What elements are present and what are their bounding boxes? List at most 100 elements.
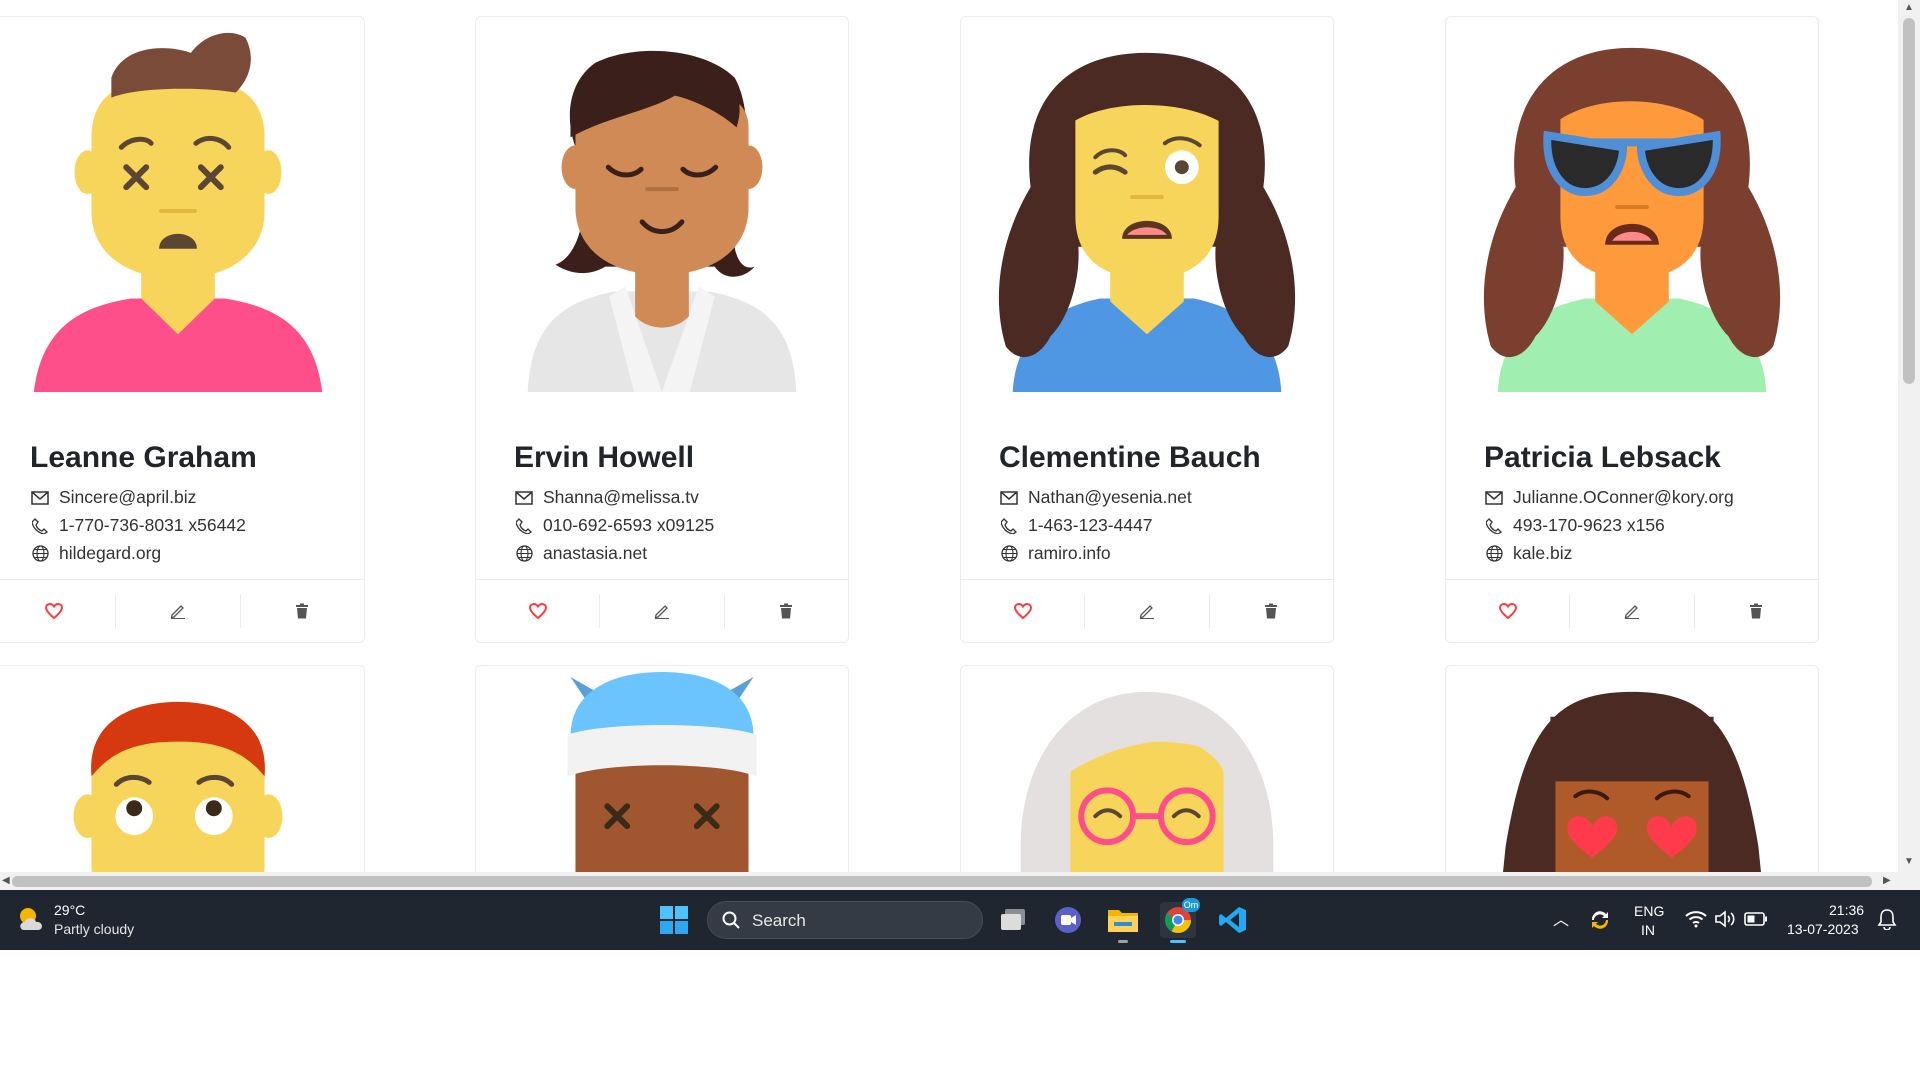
heart-icon bbox=[44, 603, 63, 619]
phone-row: 1-463-123-4447 bbox=[999, 515, 1153, 536]
delete-button[interactable] bbox=[1695, 594, 1818, 628]
email-row: Shanna@melissa.tv bbox=[514, 487, 699, 508]
volume-icon[interactable] bbox=[1714, 910, 1736, 933]
scroll-down-icon[interactable]: ▼ bbox=[1904, 856, 1914, 867]
edit-button[interactable] bbox=[1085, 594, 1210, 628]
task-view-icon bbox=[1001, 909, 1025, 930]
edit-button[interactable] bbox=[1570, 594, 1695, 628]
chevron-up-icon[interactable]: ︿ bbox=[1553, 906, 1569, 930]
region-code[interactable]: IN bbox=[1641, 922, 1655, 938]
email-row: Julianne.OConner@kory.org bbox=[1484, 487, 1734, 508]
language-code[interactable]: ENG bbox=[1634, 903, 1664, 919]
scroll-left-icon[interactable]: ◀ bbox=[2, 875, 10, 886]
pencil-icon bbox=[654, 605, 669, 619]
card-actions bbox=[1446, 579, 1818, 642]
phone-row: 010-692-6593 x09125 bbox=[514, 515, 714, 536]
desktop-blank-area bbox=[0, 950, 1920, 1080]
sync-icon bbox=[1591, 911, 1609, 929]
mail-icon bbox=[514, 488, 534, 508]
task-view-button[interactable] bbox=[995, 902, 1031, 938]
teams-chat-button[interactable] bbox=[1050, 902, 1086, 938]
pencil-icon bbox=[1624, 605, 1639, 619]
sync-button[interactable] bbox=[1588, 908, 1612, 937]
wifi-icon[interactable] bbox=[1685, 910, 1707, 933]
partly-cloudy-icon bbox=[20, 908, 42, 930]
user-email[interactable]: Sincere@april.biz bbox=[59, 487, 196, 508]
globe-icon bbox=[999, 544, 1019, 564]
like-button[interactable] bbox=[0, 594, 117, 628]
windows-taskbar: 29°C Partly cloudy Search Om ︿ ENG IN 21… bbox=[0, 890, 1920, 950]
avatar bbox=[998, 52, 1296, 392]
search-label: Search bbox=[752, 911, 806, 930]
user-card bbox=[0, 665, 365, 872]
edit-button[interactable] bbox=[600, 594, 725, 628]
user-email[interactable]: Nathan@yesenia.net bbox=[1028, 487, 1192, 508]
like-button[interactable] bbox=[961, 594, 1086, 628]
website-row: hildegard.org bbox=[30, 543, 161, 564]
weather-widget[interactable]: 29°C Partly cloudy bbox=[14, 898, 164, 942]
user-website[interactable]: anastasia.net bbox=[543, 543, 647, 564]
trash-icon bbox=[1265, 603, 1278, 619]
avatar bbox=[527, 50, 797, 392]
phone-row: 1-770-736-8031 x56442 bbox=[30, 515, 246, 536]
trash-icon bbox=[1750, 603, 1763, 619]
taskbar-search[interactable]: Search bbox=[707, 901, 983, 939]
user-website[interactable]: hildegard.org bbox=[59, 543, 161, 564]
trash-icon bbox=[780, 603, 793, 619]
file-explorer-button[interactable] bbox=[1105, 902, 1141, 943]
horizontal-scrollbar[interactable]: ◀ ▶ bbox=[0, 872, 1920, 890]
scroll-right-icon[interactable]: ▶ bbox=[1883, 875, 1891, 886]
email-row: Sincere@april.biz bbox=[30, 487, 196, 508]
scroll-up-icon[interactable]: ▲ bbox=[1904, 2, 1914, 13]
mail-icon bbox=[30, 488, 50, 508]
weather-desc: Partly cloudy bbox=[54, 921, 135, 937]
user-email[interactable]: Shanna@melissa.tv bbox=[543, 487, 699, 508]
user-card: Ervin Howell Shanna@melissa.tv 010-692-6… bbox=[475, 16, 849, 643]
user-website[interactable]: ramiro.info bbox=[1028, 543, 1111, 564]
delete-button[interactable] bbox=[241, 594, 364, 628]
edit-button[interactable] bbox=[116, 594, 241, 628]
start-button[interactable] bbox=[656, 902, 692, 938]
phone-icon bbox=[30, 516, 50, 536]
delete-button[interactable] bbox=[1210, 594, 1333, 628]
email-row: Nathan@yesenia.net bbox=[999, 487, 1192, 508]
windows-logo-icon bbox=[660, 906, 688, 934]
delete-button[interactable] bbox=[725, 594, 848, 628]
avatar bbox=[1483, 47, 1781, 392]
vscode-button[interactable] bbox=[1215, 902, 1251, 938]
user-phone[interactable]: 1-463-123-4447 bbox=[1028, 515, 1153, 536]
clock-date[interactable]: 13-07-2023 bbox=[1787, 921, 1859, 937]
user-name: Clementine Bauch bbox=[999, 441, 1261, 474]
like-button[interactable] bbox=[1446, 594, 1571, 628]
card-actions bbox=[476, 579, 848, 642]
heart-icon bbox=[528, 603, 547, 619]
pencil-icon bbox=[170, 605, 185, 619]
chrome-button[interactable]: Om bbox=[1160, 898, 1200, 943]
phone-row: 493-170-9623 x156 bbox=[1484, 515, 1665, 536]
chat-icon bbox=[1055, 907, 1081, 933]
battery-icon[interactable] bbox=[1744, 911, 1768, 932]
user-name: Ervin Howell bbox=[514, 441, 695, 474]
card-actions bbox=[961, 579, 1333, 642]
user-card bbox=[1445, 665, 1819, 872]
user-website[interactable]: kale.biz bbox=[1513, 543, 1572, 564]
heart-icon bbox=[1013, 603, 1032, 619]
user-phone[interactable]: 010-692-6593 x09125 bbox=[543, 515, 714, 536]
user-email[interactable]: Julianne.OConner@kory.org bbox=[1513, 487, 1734, 508]
phone-icon bbox=[1484, 516, 1504, 536]
vertical-scroll-thumb[interactable] bbox=[1903, 18, 1915, 384]
user-phone[interactable]: 1-770-736-8031 x56442 bbox=[59, 515, 246, 536]
like-button[interactable] bbox=[476, 594, 601, 628]
clock-time[interactable]: 21:36 bbox=[1829, 902, 1864, 918]
user-phone[interactable]: 493-170-9623 x156 bbox=[1513, 515, 1665, 536]
user-card: Clementine Bauch Nathan@yesenia.net 1-46… bbox=[960, 16, 1334, 643]
notification-icon[interactable] bbox=[1876, 908, 1898, 935]
avatar bbox=[1503, 691, 1761, 872]
vertical-scrollbar[interactable]: ▲ ▼ bbox=[1898, 0, 1920, 872]
user-card bbox=[475, 665, 849, 872]
website-row: ramiro.info bbox=[999, 543, 1111, 564]
active-indicator bbox=[1170, 940, 1186, 943]
search-icon bbox=[722, 911, 740, 929]
horizontal-scroll-thumb[interactable] bbox=[12, 876, 1872, 887]
avatar bbox=[33, 32, 323, 392]
